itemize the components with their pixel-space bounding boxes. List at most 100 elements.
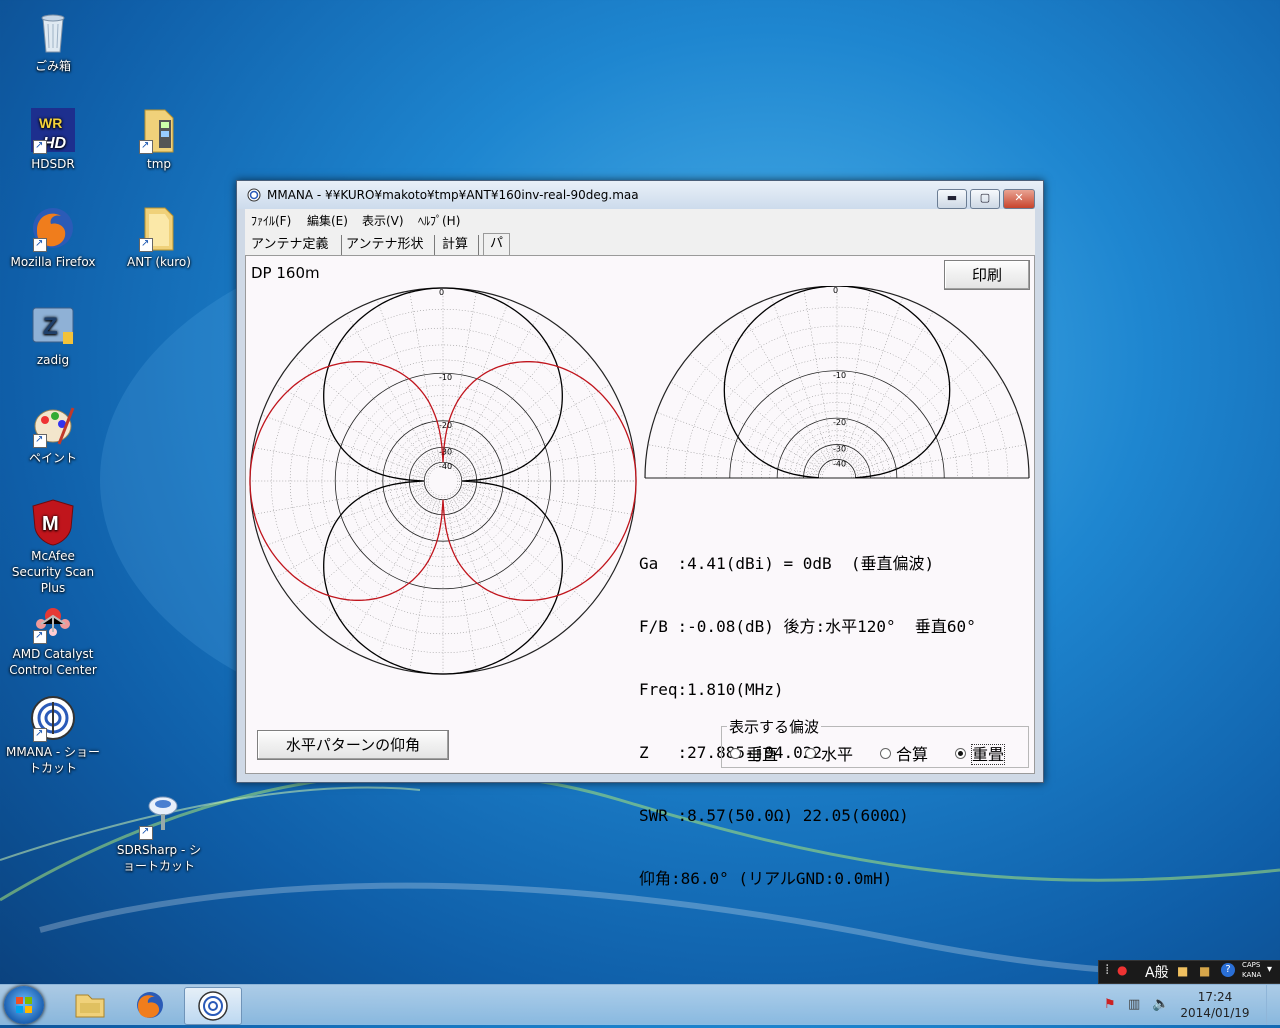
language-bar[interactable]: ⁞ ● A般 ■ ■ ? CAPS KANA ▾ — [1098, 960, 1280, 984]
radio-dot-selected — [955, 748, 966, 759]
caps-indicator: CAPS — [1242, 961, 1261, 969]
grid-spoke — [376, 498, 437, 663]
tab-pattern[interactable]: パターン — [483, 233, 511, 311]
shortcut-arrow-icon — [33, 726, 47, 742]
shortcut-arrow-icon — [33, 236, 47, 252]
volume-icon[interactable]: 🔈 — [1152, 996, 1169, 1012]
vertical-polarization-trace — [323, 287, 563, 675]
folder-icon — [135, 106, 183, 154]
desktop-icon-recycle-bin[interactable]: ごみ箱 — [5, 8, 101, 74]
grid-spoke — [252, 484, 425, 515]
grid-spoke — [449, 498, 510, 663]
mmana-app-icon — [247, 188, 261, 202]
grid-spoke — [689, 354, 823, 467]
radio-overlay[interactable]: 重畳 — [955, 741, 1006, 765]
radio-label: 重畳 — [971, 744, 1006, 765]
desktop-icon-amd-catalyst[interactable]: AMD Catalyst Control Center — [5, 596, 101, 678]
frequency-line: Freq:1.810(MHz) — [639, 680, 784, 699]
desktop-icon-firefox[interactable]: Mozilla Firefox — [5, 204, 101, 270]
show-desktop-button[interactable] — [1266, 985, 1280, 1025]
window-titlebar[interactable]: MMANA - ¥¥KURO¥makoto¥tmp¥ANT¥160inv-rea… — [237, 181, 1043, 209]
menu-help[interactable]: ﾍﾙﾌﾟ(H) — [418, 212, 460, 229]
mmana-antenna-icon — [198, 991, 228, 1021]
menu-edit[interactable]: 編集(E) — [307, 212, 348, 229]
desktop-icon-label: ペイント — [28, 451, 77, 465]
svg-text:WR: WR — [39, 115, 62, 131]
desktop-icon-tmp[interactable]: tmp — [111, 106, 207, 172]
desktop-icon-ant-kuro[interactable]: ANT (kuro) — [111, 204, 207, 270]
front-back-line: F/B :-0.08(dB) 後方:水平120° 垂直60° — [639, 617, 976, 636]
polarization-legend: 表示する偏波 — [727, 716, 822, 737]
radio-label: 合算 — [896, 745, 929, 764]
grid-spoke — [457, 492, 592, 606]
hdsdr-icon: WR HD — [29, 106, 77, 154]
recycle-bin-icon — [29, 8, 77, 56]
grid-spoke — [460, 487, 625, 548]
clock-date: 2014/01/19 — [1180, 1006, 1250, 1020]
menu-view[interactable]: 表示(V) — [362, 212, 404, 229]
minimize-button[interactable]: ▬ — [937, 189, 967, 209]
taskbar-firefox[interactable] — [122, 987, 178, 1023]
radio-label: 水平 — [821, 745, 854, 764]
menu-bar: ﾌｧｲﾙ(F) 編集(E) 表示(V) ﾍﾙﾌﾟ(H) — [245, 209, 1035, 229]
paint-palette-icon — [29, 400, 77, 448]
grid-spoke — [446, 499, 477, 672]
db-label: -40 — [833, 459, 846, 468]
folder-icon — [75, 994, 105, 1018]
firefox-icon — [29, 204, 77, 252]
desktop-icon-label: AMD Catalyst Control Center — [9, 647, 97, 677]
close-button[interactable]: ✕ — [1003, 189, 1035, 209]
maximize-button[interactable]: ▢ — [970, 189, 1000, 209]
ime-mode[interactable]: A般 — [1145, 962, 1169, 982]
grip-icon: ⁞ — [1105, 962, 1110, 978]
desktop-icon-hdsdr[interactable]: WRHD HDSDR — [5, 106, 101, 172]
taskbar-explorer[interactable] — [62, 987, 118, 1023]
network-icon[interactable]: ▥ — [1128, 997, 1140, 1012]
grid-spoke — [318, 332, 432, 467]
mcafee-shield-icon: M — [29, 498, 77, 546]
desktop-icon-zadig[interactable]: Z zadig — [5, 302, 101, 368]
desktop-icon-label: HDSDR — [31, 157, 75, 171]
db-label: -10 — [439, 373, 452, 382]
elevation-line: 仰角:86.0° (リアルGND:0.0mH) — [639, 869, 893, 888]
desktop-icon-mmana[interactable]: MMANA - ショートカット — [5, 694, 101, 776]
grid-ring — [306, 344, 580, 618]
tab-calculation[interactable]: 計算 — [442, 235, 479, 255]
desktop-icon-mcafee[interactable]: M McAfee Security Scan Plus — [5, 498, 101, 596]
grid-spoke — [449, 299, 510, 464]
desktop-icon-label: tmp — [146, 157, 171, 171]
menu-file[interactable]: ﾌｧｲﾙ(F) — [251, 212, 291, 229]
horizontal-plot-grid — [249, 287, 637, 675]
grid-spoke — [656, 412, 820, 472]
tab-antenna-definition[interactable]: アンテナ定義 — [251, 235, 342, 255]
radio-total[interactable]: 合算 — [880, 741, 928, 765]
desktop-icon-label: ごみ箱 — [34, 59, 71, 73]
desktop-icon-sdrsharp[interactable]: SDRSharp - ショートカット — [111, 792, 207, 874]
toolbox-icon[interactable]: ■ — [1177, 964, 1188, 978]
grid-ring — [375, 413, 511, 549]
radio-horizontal[interactable]: 水平 — [805, 741, 853, 765]
clock[interactable]: 17:24 2014/01/19 — [1180, 989, 1250, 1021]
db-label: 0 — [833, 286, 838, 295]
radio-vertical[interactable]: 垂直 — [730, 741, 778, 765]
desktop-icon-label: McAfee Security Scan Plus — [11, 549, 95, 595]
folder-icon — [135, 204, 183, 252]
horizontal-pattern-elevation-button[interactable]: 水平パターンの仰角 — [257, 730, 449, 760]
shortcut-arrow-icon — [33, 628, 47, 644]
grid-spoke — [409, 290, 440, 463]
taskbar-mmana[interactable] — [184, 987, 242, 1025]
amd-catalyst-icon — [29, 596, 77, 644]
grid-spoke — [318, 495, 432, 630]
help-icon[interactable]: ? — [1221, 963, 1235, 977]
shortcut-arrow-icon — [139, 236, 153, 252]
chevron-down-icon[interactable]: ▾ — [1267, 964, 1272, 975]
grid-spoke — [740, 311, 828, 462]
grid-ring — [270, 308, 616, 654]
tab-antenna-shape[interactable]: アンテナ形状 — [346, 235, 435, 255]
grid-ring — [249, 287, 637, 675]
action-center-icon[interactable]: ⚑ — [1104, 997, 1116, 1012]
desktop-icon-paint[interactable]: ペイント — [5, 400, 101, 466]
windows-logo-icon — [16, 997, 32, 1013]
start-button[interactable] — [4, 986, 44, 1024]
dictionary-icon[interactable]: ■ — [1199, 964, 1210, 978]
